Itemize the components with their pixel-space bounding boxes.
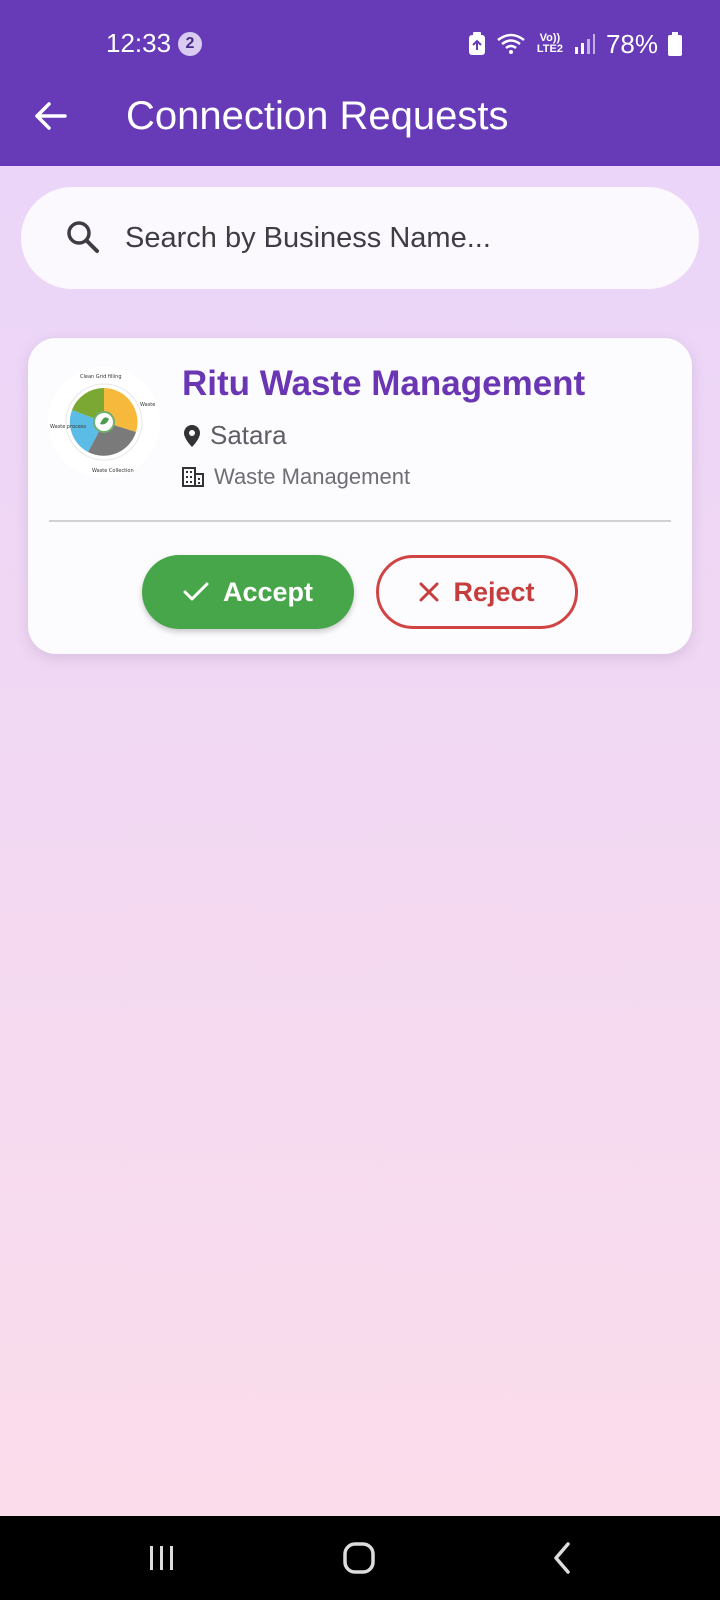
location-pin-icon	[184, 424, 200, 447]
reject-button[interactable]: Reject	[376, 555, 578, 629]
card-divider	[49, 520, 671, 522]
recents-icon	[150, 1546, 173, 1570]
status-right-icons: Vo)) LTE2 78%	[468, 28, 682, 60]
check-icon	[183, 582, 209, 601]
logo-label: Waste process	[50, 424, 87, 430]
nav-back-icon	[554, 1542, 570, 1574]
reject-label: Reject	[453, 576, 535, 607]
logo-label: Waste Collection	[92, 468, 134, 474]
close-icon	[419, 582, 439, 602]
home-icon	[343, 1542, 375, 1574]
app-header: 12:33 2 Vo)) LTE2 78% Connection Request…	[0, 0, 720, 166]
arrow-back-icon	[35, 102, 67, 130]
battery-percent: 78%	[605, 28, 658, 59]
back-button[interactable]	[30, 96, 70, 136]
page-title: Connection Requests	[126, 94, 509, 138]
wifi-icon	[497, 33, 525, 54]
signal-icon	[574, 34, 595, 54]
logo-label: Clean Grid filling	[80, 374, 122, 380]
building-icon	[182, 467, 204, 487]
search-input[interactable]	[125, 213, 685, 263]
nav-back-button[interactable]	[542, 1536, 586, 1580]
request-card: Clean Grid filling Waste Waste process W…	[28, 338, 692, 654]
category-text: Waste Management	[214, 464, 411, 489]
battery-saver-icon	[468, 32, 485, 55]
logo-label: Waste	[140, 402, 155, 408]
business-logo: Clean Grid filling Waste Waste process W…	[48, 366, 160, 478]
business-name: Ritu Waste Management	[182, 364, 586, 403]
waste-cycle-logo: Clean Grid filling Waste Waste process W…	[50, 368, 158, 476]
system-nav-bar	[0, 1516, 720, 1600]
status-bar: 12:33 2 Vo)) LTE2 78%	[0, 0, 720, 86]
location-text: Satara	[210, 420, 287, 450]
search-bar[interactable]	[21, 187, 699, 289]
network-type-label: Vo)) LTE2	[536, 32, 563, 55]
location-row: Satara	[182, 420, 287, 451]
notification-count-badge: 2	[178, 32, 202, 56]
accept-label: Accept	[222, 576, 314, 607]
status-time: 12:33	[106, 28, 172, 58]
category-row: Waste Management	[182, 464, 410, 490]
recents-button[interactable]	[140, 1536, 184, 1580]
battery-icon	[668, 32, 682, 56]
home-button[interactable]	[338, 1536, 382, 1580]
search-icon	[67, 221, 99, 253]
accept-button[interactable]: Accept	[142, 555, 354, 629]
